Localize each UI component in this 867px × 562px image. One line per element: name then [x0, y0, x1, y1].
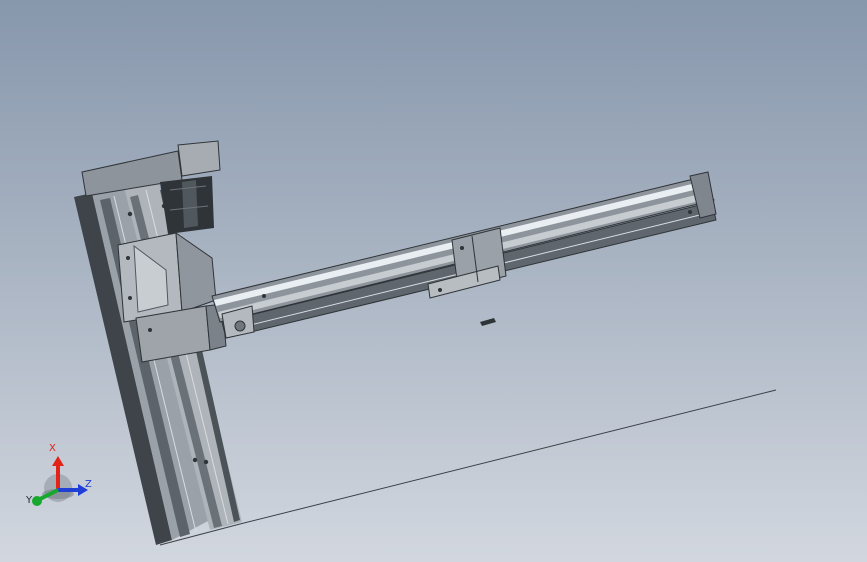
- ground-reference-line: [239, 389, 777, 525]
- triad-z-label: Z: [85, 479, 92, 490]
- coordinate-triad[interactable]: X Z Y: [24, 442, 100, 512]
- small-part[interactable]: [480, 318, 496, 326]
- triad-y-label: Y: [26, 495, 33, 506]
- triad-x-label: X: [49, 443, 56, 454]
- cad-viewport[interactable]: X Z Y: [0, 0, 867, 562]
- triad-icon: [32, 456, 88, 506]
- cad-model-view[interactable]: [0, 0, 867, 562]
